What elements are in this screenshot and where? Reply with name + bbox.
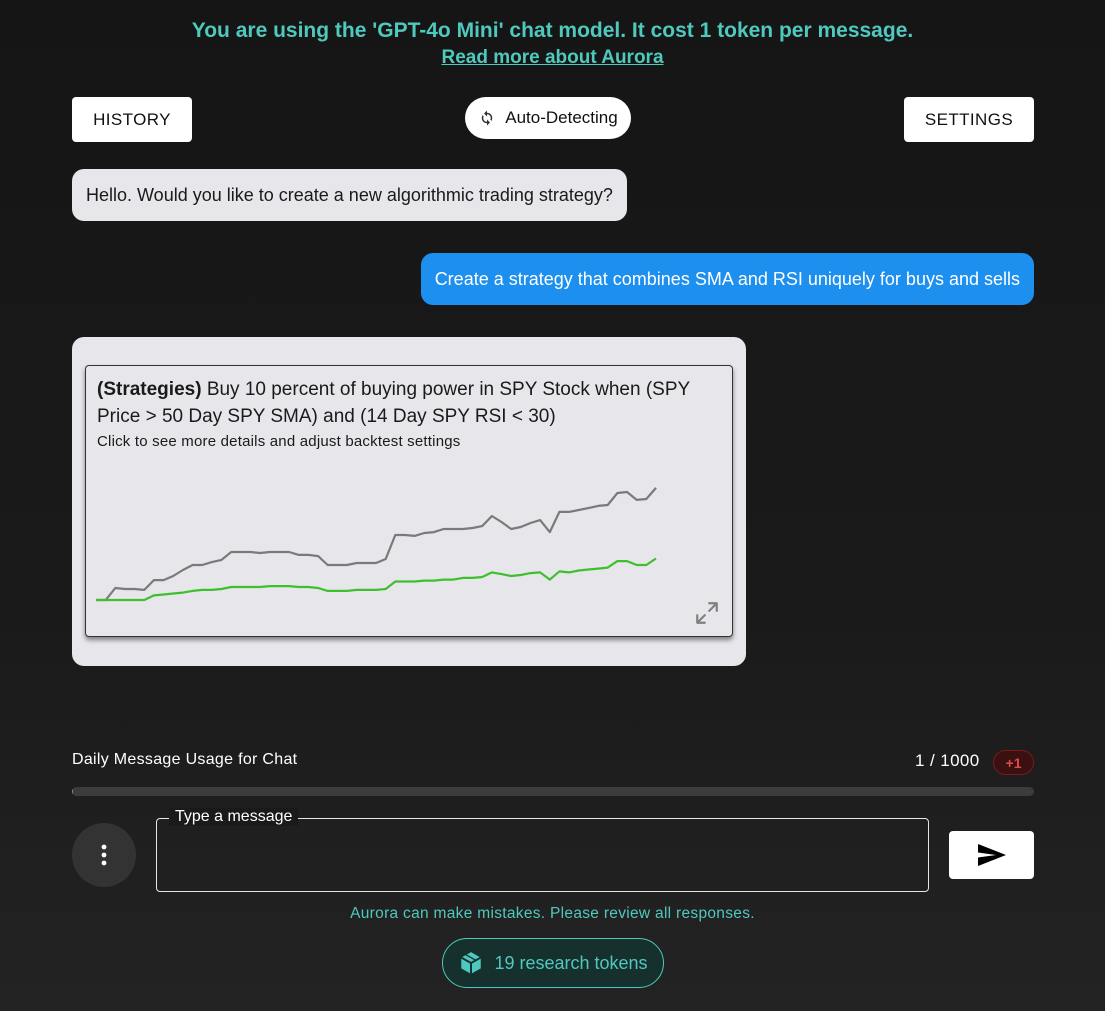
auto-detect-button[interactable]: Auto-Detecting	[465, 97, 631, 139]
usage-progress-bar	[72, 787, 1034, 796]
research-tokens-button[interactable]: 19 research tokens	[442, 938, 664, 988]
chart-series-line-0	[96, 487, 657, 602]
refresh-icon	[482, 110, 493, 126]
bot-strategy-message: (Strategies) Buy 10 percent of buying po…	[72, 337, 746, 666]
disclaimer: Aurora can make mistakes. Please review …	[350, 905, 755, 922]
usage-count: 1 / 1000	[915, 751, 980, 770]
options-menu-button[interactable]	[72, 823, 136, 887]
expand-icon[interactable]	[694, 600, 720, 626]
read-more-link[interactable]: Read more about Aurora	[441, 47, 663, 69]
bot-message: Hello. Would you like to create a new al…	[72, 169, 627, 221]
cube-icon	[461, 952, 482, 974]
research-tokens-label: 19 research tokens	[494, 952, 648, 973]
chat-page: You are using the 'GPT-4o Mini' chat mod…	[0, 0, 1105, 1011]
usage-increment-badge: +1	[993, 750, 1034, 775]
model-banner: You are using the 'GPT-4o Mini' chat mod…	[0, 16, 1105, 69]
settings-button[interactable]: SETTINGS	[904, 97, 1034, 142]
usage-progress-fill	[72, 787, 73, 796]
strategy-card[interactable]: (Strategies) Buy 10 percent of buying po…	[85, 365, 733, 637]
user-message: Create a strategy that combines SMA and …	[420, 253, 1034, 305]
model-notice: You are using the 'GPT-4o Mini' chat mod…	[191, 19, 914, 42]
kebab-menu-icon	[101, 844, 107, 866]
message-input[interactable]	[169, 835, 917, 883]
auto-detect-label: Auto-Detecting	[505, 108, 618, 127]
backtest-chart	[96, 487, 657, 602]
history-button[interactable]: HISTORY	[72, 97, 192, 142]
send-icon	[977, 844, 1006, 866]
message-input-box[interactable]: Type a message	[156, 808, 929, 892]
chart-series-line-1	[96, 557, 657, 602]
message-input-label: Type a message	[169, 808, 299, 826]
send-button[interactable]	[949, 831, 1034, 879]
usage-label: Daily Message Usage for Chat	[72, 751, 298, 768]
